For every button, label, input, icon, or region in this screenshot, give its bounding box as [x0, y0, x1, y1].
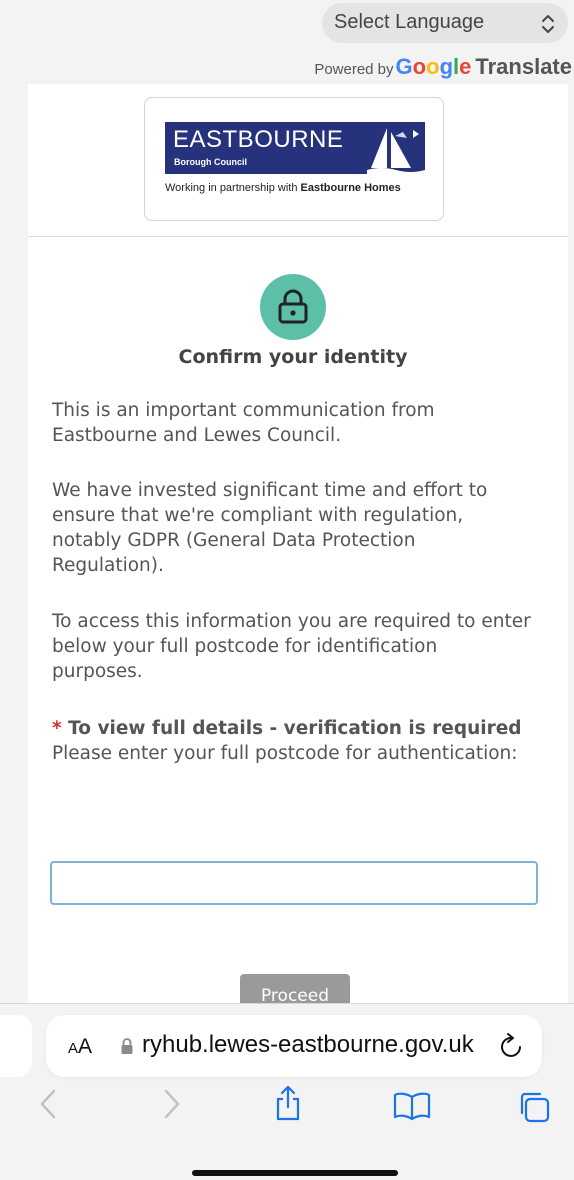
google-letter: g	[439, 54, 454, 79]
postcode-input[interactable]	[50, 861, 538, 905]
back-icon[interactable]	[36, 1087, 60, 1125]
postcode-instruction: Please enter your full postcode for auth…	[52, 743, 518, 764]
google-letter: G	[395, 54, 413, 79]
toolbar-divider	[0, 1003, 574, 1004]
share-icon[interactable]	[272, 1083, 304, 1127]
reload-icon[interactable]	[498, 1031, 526, 1065]
verification-heading: * To view full details - verification is…	[52, 718, 522, 739]
logo-banner: EASTBOURNE Borough Council	[165, 122, 425, 174]
up-down-chevron-icon	[540, 13, 556, 41]
logo-name: EASTBOURNE	[173, 126, 344, 153]
logo-area: EASTBOURNE Borough Council Working in pa…	[28, 84, 568, 237]
council-logo: EASTBOURNE Borough Council Working in pa…	[144, 97, 444, 221]
translate-label: Translate	[475, 54, 572, 79]
lock-icon	[120, 1037, 134, 1059]
forward-icon[interactable]	[160, 1087, 184, 1125]
previous-tab-peek[interactable]	[0, 1015, 32, 1077]
verification-notice: * To view full details - verification is…	[52, 716, 532, 766]
padlock-icon	[260, 274, 326, 340]
google-letter: e	[459, 54, 472, 79]
text-size-button[interactable]: AA	[68, 1035, 92, 1059]
tabs-icon[interactable]	[516, 1089, 552, 1129]
home-indicator	[192, 1170, 398, 1176]
powered-by-label: Powered by	[314, 61, 394, 78]
google-logo: Google	[396, 54, 472, 79]
identity-card: EASTBOURNE Borough Council Working in pa…	[28, 84, 568, 1024]
gdpr-paragraph: We have invested significant time and ef…	[52, 480, 488, 576]
logo-tagline: Working in partnership with Eastbourne H…	[165, 182, 401, 194]
page-title: Confirm your identity	[178, 346, 408, 368]
sailboat-icon	[367, 128, 425, 174]
logo-subtitle: Borough Council	[174, 157, 247, 167]
powered-by-google-translate[interactable]: Powered byGoogle Translate	[314, 54, 572, 80]
language-select[interactable]: Select Language	[322, 3, 568, 43]
intro-paragraph: This is an important communication from …	[52, 400, 435, 446]
translate-bar: Select Language Powered byGoogle Translat…	[0, 0, 574, 84]
google-letter: o	[426, 54, 440, 79]
browser-toolbar: AA ryhub.lewes-eastbourne.gov.uk	[0, 1003, 574, 1180]
bookmarks-icon[interactable]	[392, 1091, 432, 1125]
instruction-paragraph: To access this information you are requi…	[52, 611, 531, 682]
address-bar[interactable]: AA ryhub.lewes-eastbourne.gov.uk	[46, 1015, 542, 1077]
language-select-label: Select Language	[334, 11, 485, 33]
required-star: *	[52, 718, 62, 739]
url-text: ryhub.lewes-eastbourne.gov.uk	[142, 1031, 474, 1058]
google-letter: o	[412, 54, 427, 79]
